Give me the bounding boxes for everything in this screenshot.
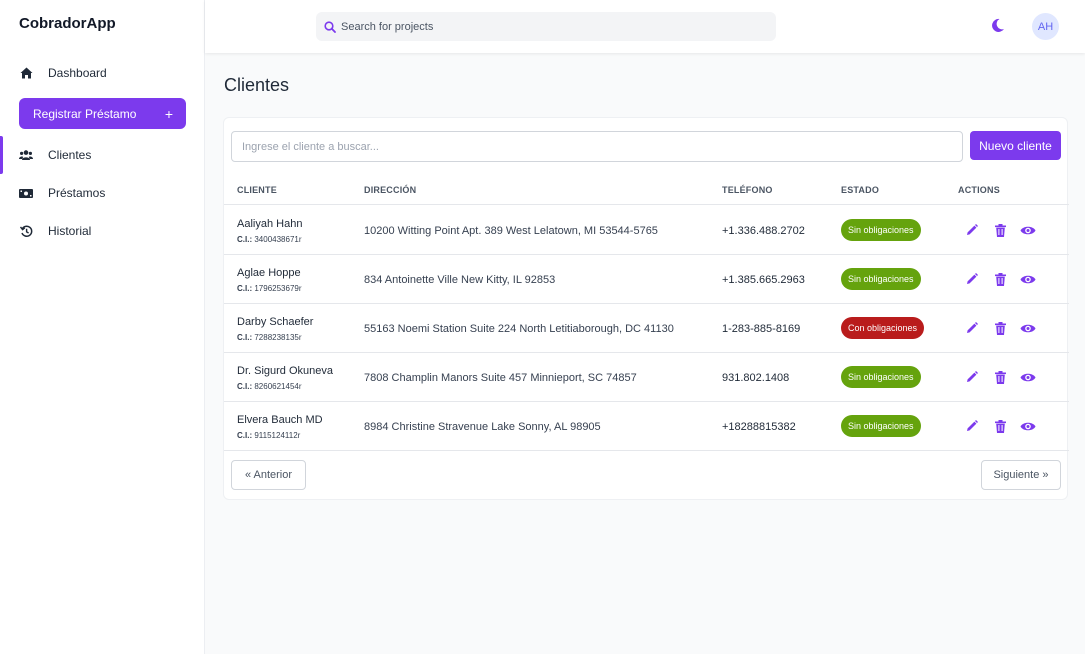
table-row: Dr. Sigurd Okuneva C.I.: 8260621454r 7808 … bbox=[224, 353, 1069, 402]
view-icon[interactable] bbox=[1020, 271, 1036, 287]
status-badge: Sin obligaciones bbox=[841, 268, 921, 290]
sidebar-item-historial[interactable]: Historial bbox=[0, 216, 205, 246]
client-name: Aglae Hoppe bbox=[237, 267, 301, 279]
money-icon bbox=[19, 186, 33, 200]
ci-value: 3400438671r bbox=[254, 235, 302, 244]
client-ci: C.I.: 9115124112r bbox=[237, 431, 300, 440]
top-header: AH bbox=[205, 0, 1085, 53]
client-name: Dr. Sigurd Okuneva bbox=[237, 365, 333, 377]
table-row: Elvera Bauch MD C.I.: 9115124112r 8984 Chr… bbox=[224, 402, 1069, 451]
user-avatar[interactable]: AH bbox=[1032, 13, 1059, 40]
page-title: Clientes bbox=[224, 75, 290, 95]
sidebar-item-dashboard[interactable]: Dashboard bbox=[0, 58, 205, 88]
table-row: Aglae Hoppe C.I.: 1796253679r 834 Antoinet… bbox=[224, 255, 1069, 304]
edit-icon[interactable] bbox=[964, 222, 980, 238]
view-icon[interactable] bbox=[1020, 418, 1036, 434]
column-header-actions: ACTIONS bbox=[958, 185, 1000, 195]
edit-icon[interactable] bbox=[964, 320, 980, 336]
dark-mode-toggle-icon[interactable] bbox=[990, 18, 1005, 38]
client-phone: 1-283-885-8169 bbox=[722, 323, 801, 335]
new-client-button[interactable]: Nuevo cliente bbox=[970, 131, 1061, 160]
client-search-input[interactable] bbox=[231, 131, 963, 162]
ci-label: C.I.: bbox=[237, 382, 253, 391]
ci-label: C.I.: bbox=[237, 333, 253, 342]
table-row: Aaliyah Hahn C.I.: 3400438671r 10200 Witti… bbox=[224, 206, 1069, 255]
column-header-telefono: TELÉFONO bbox=[722, 185, 773, 195]
search-icon bbox=[324, 20, 336, 38]
client-ci: C.I.: 7288238135r bbox=[237, 333, 302, 342]
ci-label: C.I.: bbox=[237, 235, 253, 244]
sidebar-item-label: Préstamos bbox=[48, 186, 106, 200]
sidebar-item-label: Dashboard bbox=[48, 66, 107, 80]
client-address: 7808 Champlin Manors Suite 457 Minniepor… bbox=[364, 372, 637, 384]
active-indicator bbox=[0, 136, 3, 174]
delete-icon[interactable] bbox=[992, 222, 1008, 238]
column-header-estado: ESTADO bbox=[841, 185, 880, 195]
client-name: Elvera Bauch MD bbox=[237, 414, 323, 426]
sidebar-item-clientes[interactable]: Clientes bbox=[0, 136, 205, 174]
status-badge: Sin obligaciones bbox=[841, 415, 921, 437]
clients-card: Nuevo cliente CLIENTE DIRECCIÓN TELÉFONO… bbox=[223, 117, 1069, 500]
client-address: 10200 Witting Point Apt. 389 West Lelato… bbox=[364, 225, 658, 237]
ci-label: C.I.: bbox=[237, 431, 253, 440]
ci-value: 7288238135r bbox=[254, 333, 302, 342]
next-page-button[interactable]: Siguiente » bbox=[981, 460, 1061, 490]
client-phone: 931.802.1408 bbox=[722, 372, 790, 384]
client-name: Darby Schaefer bbox=[237, 316, 314, 328]
client-phone: +1.385.665.2963 bbox=[722, 274, 805, 286]
view-icon[interactable] bbox=[1020, 369, 1036, 385]
column-header-direccion: DIRECCIÓN bbox=[364, 185, 417, 195]
view-icon[interactable] bbox=[1020, 320, 1036, 336]
table-row: Darby Schaefer C.I.: 7288238135r 55163 Noe… bbox=[224, 304, 1069, 353]
plus-icon: + bbox=[164, 105, 173, 122]
status-badge: Sin obligaciones bbox=[841, 219, 921, 241]
delete-icon[interactable] bbox=[992, 369, 1008, 385]
client-address: 834 Antoinette Ville New Kitty, IL 92853 bbox=[364, 274, 556, 286]
edit-icon[interactable] bbox=[964, 369, 980, 385]
delete-icon[interactable] bbox=[992, 271, 1008, 287]
status-badge: Sin obligaciones bbox=[841, 366, 921, 388]
home-icon bbox=[19, 66, 33, 80]
client-ci: C.I.: 8260621454r bbox=[237, 382, 302, 391]
column-header-cliente: CLIENTE bbox=[237, 185, 277, 195]
previous-page-button[interactable]: « Anterior bbox=[231, 460, 306, 490]
edit-icon[interactable] bbox=[964, 418, 980, 434]
client-ci: C.I.: 1796253679r bbox=[237, 284, 302, 293]
register-loan-button[interactable]: Registrar Préstamo + bbox=[19, 98, 186, 129]
client-phone: +18288815382 bbox=[722, 421, 796, 433]
sidebar-item-label: Clientes bbox=[48, 148, 92, 162]
status-badge: Con obligaciones bbox=[841, 317, 925, 339]
client-name: Aaliyah Hahn bbox=[237, 218, 303, 230]
delete-icon[interactable] bbox=[992, 418, 1008, 434]
table-header: CLIENTE DIRECCIÓN TELÉFONO ESTADO ACTION… bbox=[224, 176, 1069, 205]
sidebar: CobradorApp Dashboard Registrar Préstamo… bbox=[0, 0, 205, 654]
ci-value: 9115124112r bbox=[254, 431, 301, 440]
ci-label: C.I.: bbox=[237, 284, 253, 293]
delete-icon[interactable] bbox=[992, 320, 1008, 336]
sidebar-item-prestamos[interactable]: Préstamos bbox=[0, 178, 205, 208]
client-address: 55163 Noemi Station Suite 224 North Leti… bbox=[364, 323, 674, 335]
users-icon bbox=[19, 148, 33, 162]
client-address: 8984 Christine Stravenue Lake Sonny, AL … bbox=[364, 421, 601, 433]
app-logo: CobradorApp bbox=[19, 15, 116, 32]
edit-icon[interactable] bbox=[964, 271, 980, 287]
client-ci: C.I.: 3400438671r bbox=[237, 235, 302, 244]
ci-value: 8260621454r bbox=[254, 382, 302, 391]
register-loan-label: Registrar Préstamo bbox=[33, 106, 137, 121]
project-search bbox=[316, 12, 776, 41]
project-search-input[interactable] bbox=[341, 12, 761, 41]
sidebar-item-label: Historial bbox=[48, 224, 92, 238]
history-icon bbox=[19, 224, 33, 238]
ci-value: 1796253679r bbox=[254, 284, 302, 293]
view-icon[interactable] bbox=[1020, 222, 1036, 238]
client-phone: +1.336.488.2702 bbox=[722, 225, 805, 237]
